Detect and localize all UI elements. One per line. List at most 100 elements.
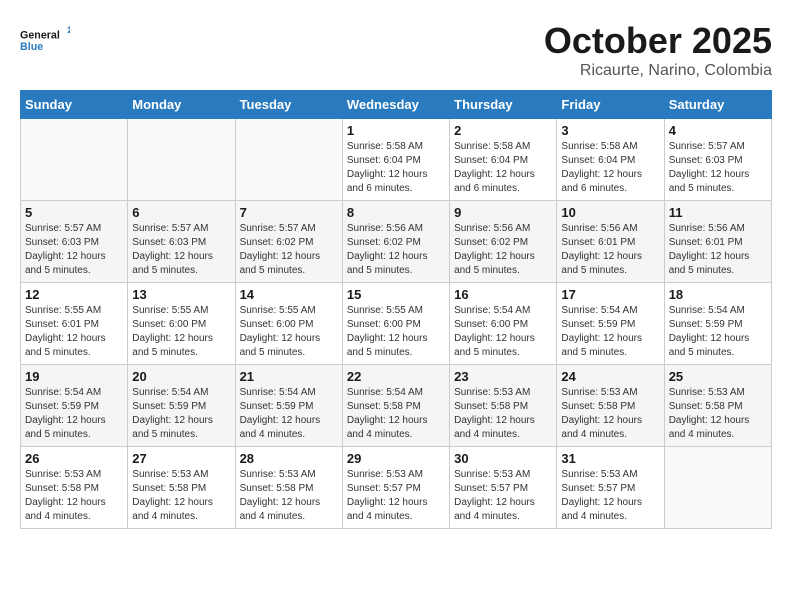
day-info: Sunrise: 5:54 AMSunset: 5:59 PMDaylight:… (561, 304, 659, 360)
day-cell: 18Sunrise: 5:54 AMSunset: 5:59 PMDayligh… (664, 283, 771, 365)
day-cell: 27Sunrise: 5:53 AMSunset: 5:58 PMDayligh… (128, 447, 235, 529)
day-cell: 29 Sunrise: 5:53 AMSunset: 5:57 PMDayligh… (342, 447, 449, 529)
day-info: Sunrise: 5:54 AMSunset: 5:59 PMDaylight:… (240, 386, 338, 442)
day-number: 17 (561, 287, 659, 302)
week-row-2: 5Sunrise: 5:57 AMSunset: 6:03 PMDaylight… (21, 201, 772, 283)
week-row-3: 12 Sunrise: 5:55 AMSunset: 6:01 PMDayligh… (21, 283, 772, 365)
day-cell: 19 Sunrise: 5:54 AMSunset: 5:59 PMDayligh… (21, 365, 128, 447)
svg-text:General: General (20, 30, 60, 42)
day-number: 6 (132, 205, 230, 220)
weekday-header-row: SundayMondayTuesdayWednesdayThursdayFrid… (21, 91, 772, 119)
day-cell: 16 Sunrise: 5:54 AMSunset: 6:00 PMDayligh… (450, 283, 557, 365)
day-info: Sunrise: 5:56 AMSunset: 6:02 PMDaylight:… (347, 222, 445, 278)
day-cell: 4Sunrise: 5:57 AMSunset: 6:03 PMDaylight… (664, 119, 771, 201)
day-cell: 7 Sunrise: 5:57 AMSunset: 6:02 PMDaylight… (235, 201, 342, 283)
day-info: Sunrise: 5:54 AMSunset: 6:00 PMDaylight:… (454, 304, 552, 360)
day-number: 9 (454, 205, 552, 220)
day-info: Sunrise: 5:58 AMSunset: 6:04 PMDaylight:… (454, 140, 552, 196)
weekday-header-friday: Friday (557, 91, 664, 119)
day-cell: 3Sunrise: 5:58 AMSunset: 6:04 PMDaylight… (557, 119, 664, 201)
week-row-1: 1Sunrise: 5:58 AMSunset: 6:04 PMDaylight… (21, 119, 772, 201)
day-info: Sunrise: 5:56 AMSunset: 6:02 PMDaylight:… (454, 222, 552, 278)
day-number: 26 (25, 451, 123, 466)
day-info: Sunrise: 5:55 AMSunset: 6:00 PMDaylight:… (240, 304, 338, 360)
logo-svg: General Blue (20, 20, 70, 60)
location-subtitle: Ricaurte, Narino, Colombia (544, 62, 772, 80)
day-number: 8 (347, 205, 445, 220)
day-info: Sunrise: 5:54 AMSunset: 5:59 PMDaylight:… (25, 386, 123, 442)
day-number: 30 (454, 451, 552, 466)
day-cell: 23Sunrise: 5:53 AMSunset: 5:58 PMDayligh… (450, 365, 557, 447)
day-info: Sunrise: 5:57 AMSunset: 6:02 PMDaylight:… (240, 222, 338, 278)
day-info: Sunrise: 5:53 AMSunset: 5:58 PMDaylight:… (132, 468, 230, 524)
day-number: 7 (240, 205, 338, 220)
day-cell: 21 Sunrise: 5:54 AMSunset: 5:59 PMDayligh… (235, 365, 342, 447)
day-info: Sunrise: 5:54 AMSunset: 5:59 PMDaylight:… (132, 386, 230, 442)
day-number: 31 (561, 451, 659, 466)
day-number: 18 (669, 287, 767, 302)
day-info: Sunrise: 5:56 AMSunset: 6:01 PMDaylight:… (669, 222, 767, 278)
month-title: October 2025 (544, 20, 772, 62)
day-number: 21 (240, 369, 338, 384)
day-cell: 15 Sunrise: 5:55 AMSunset: 6:00 PMDayligh… (342, 283, 449, 365)
day-number: 15 (347, 287, 445, 302)
calendar-table: SundayMondayTuesdayWednesdayThursdayFrid… (20, 90, 772, 529)
day-cell: 11 Sunrise: 5:56 AMSunset: 6:01 PMDayligh… (664, 201, 771, 283)
day-info: Sunrise: 5:53 AMSunset: 5:58 PMDaylight:… (561, 386, 659, 442)
title-area: October 2025 Ricaurte, Narino, Colombia (544, 20, 772, 80)
day-number: 24 (561, 369, 659, 384)
day-info: Sunrise: 5:57 AMSunset: 6:03 PMDaylight:… (25, 222, 123, 278)
day-cell: 9 Sunrise: 5:56 AMSunset: 6:02 PMDaylight… (450, 201, 557, 283)
day-number: 4 (669, 123, 767, 138)
day-cell: 14 Sunrise: 5:55 AMSunset: 6:00 PMDayligh… (235, 283, 342, 365)
day-info: Sunrise: 5:55 AMSunset: 6:01 PMDaylight:… (25, 304, 123, 360)
day-cell: 6Sunrise: 5:57 AMSunset: 6:03 PMDaylight… (128, 201, 235, 283)
day-info: Sunrise: 5:54 AMSunset: 5:58 PMDaylight:… (347, 386, 445, 442)
day-cell: 25Sunrise: 5:53 AMSunset: 5:58 PMDayligh… (664, 365, 771, 447)
day-cell: 12 Sunrise: 5:55 AMSunset: 6:01 PMDayligh… (21, 283, 128, 365)
day-info: Sunrise: 5:53 AMSunset: 5:58 PMDaylight:… (25, 468, 123, 524)
day-cell (21, 119, 128, 201)
day-info: Sunrise: 5:53 AMSunset: 5:58 PMDaylight:… (240, 468, 338, 524)
day-cell: 1Sunrise: 5:58 AMSunset: 6:04 PMDaylight… (342, 119, 449, 201)
day-info: Sunrise: 5:53 AMSunset: 5:57 PMDaylight:… (347, 468, 445, 524)
svg-text:Blue: Blue (20, 41, 43, 53)
weekday-header-thursday: Thursday (450, 91, 557, 119)
day-cell: 28Sunrise: 5:53 AMSunset: 5:58 PMDayligh… (235, 447, 342, 529)
day-cell: 13Sunrise: 5:55 AMSunset: 6:00 PMDayligh… (128, 283, 235, 365)
day-info: Sunrise: 5:56 AMSunset: 6:01 PMDaylight:… (561, 222, 659, 278)
day-cell (128, 119, 235, 201)
page-header: General Blue October 2025 Ricaurte, Nari… (20, 20, 772, 80)
day-number: 10 (561, 205, 659, 220)
day-cell: 17 Sunrise: 5:54 AMSunset: 5:59 PMDayligh… (557, 283, 664, 365)
day-cell: 30 Sunrise: 5:53 AMSunset: 5:57 PMDayligh… (450, 447, 557, 529)
day-number: 25 (669, 369, 767, 384)
day-number: 13 (132, 287, 230, 302)
day-cell: 5Sunrise: 5:57 AMSunset: 6:03 PMDaylight… (21, 201, 128, 283)
weekday-header-monday: Monday (128, 91, 235, 119)
day-number: 2 (454, 123, 552, 138)
day-cell: 10 Sunrise: 5:56 AMSunset: 6:01 PMDayligh… (557, 201, 664, 283)
weekday-header-tuesday: Tuesday (235, 91, 342, 119)
day-number: 11 (669, 205, 767, 220)
day-number: 29 (347, 451, 445, 466)
day-number: 14 (240, 287, 338, 302)
day-info: Sunrise: 5:53 AMSunset: 5:58 PMDaylight:… (454, 386, 552, 442)
day-number: 22 (347, 369, 445, 384)
day-info: Sunrise: 5:53 AMSunset: 5:57 PMDaylight:… (454, 468, 552, 524)
day-info: Sunrise: 5:58 AMSunset: 6:04 PMDaylight:… (561, 140, 659, 196)
day-cell: 8 Sunrise: 5:56 AMSunset: 6:02 PMDaylight… (342, 201, 449, 283)
day-number: 12 (25, 287, 123, 302)
day-info: Sunrise: 5:58 AMSunset: 6:04 PMDaylight:… (347, 140, 445, 196)
day-number: 19 (25, 369, 123, 384)
weekday-header-wednesday: Wednesday (342, 91, 449, 119)
week-row-4: 19 Sunrise: 5:54 AMSunset: 5:59 PMDayligh… (21, 365, 772, 447)
weekday-header-saturday: Saturday (664, 91, 771, 119)
day-info: Sunrise: 5:55 AMSunset: 6:00 PMDaylight:… (347, 304, 445, 360)
day-cell (664, 447, 771, 529)
logo: General Blue (20, 20, 70, 60)
day-cell: 20 Sunrise: 5:54 AMSunset: 5:59 PMDayligh… (128, 365, 235, 447)
day-number: 20 (132, 369, 230, 384)
week-row-5: 26 Sunrise: 5:53 AMSunset: 5:58 PMDayligh… (21, 447, 772, 529)
day-number: 16 (454, 287, 552, 302)
